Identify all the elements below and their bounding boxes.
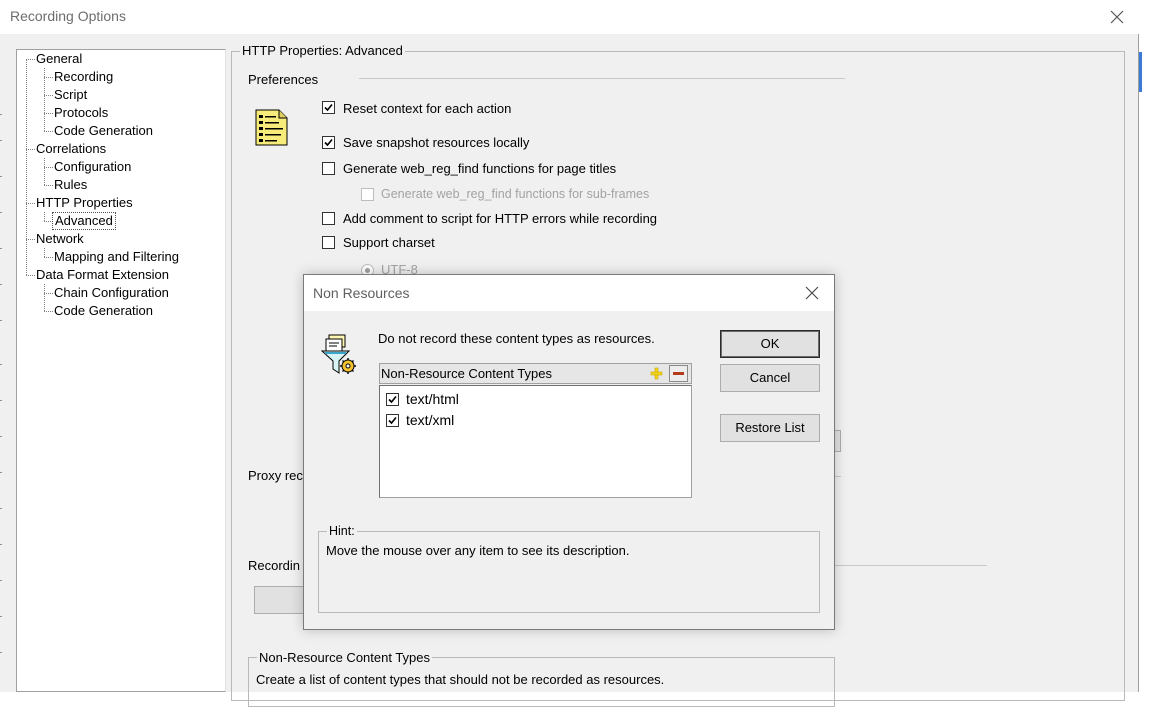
hint-title: Hint: xyxy=(327,524,357,538)
tree-item-advanced[interactable]: Advanced xyxy=(52,212,116,230)
dialog-close-button[interactable] xyxy=(800,281,824,305)
dialog-instruction: Do not record these content types as res… xyxy=(378,331,655,346)
dialog-title: Non Resources xyxy=(313,285,410,301)
tree-item-general[interactable]: General xyxy=(34,50,84,68)
tree-item-protocols[interactable]: Protocols xyxy=(52,104,110,122)
tree-item-rules[interactable]: Rules xyxy=(52,176,89,194)
tree-item-http-properties[interactable]: HTTP Properties xyxy=(34,194,135,212)
close-window-button[interactable] xyxy=(1104,5,1130,29)
close-icon xyxy=(1110,10,1124,24)
non-resources-dialog: Non Resources Do not record these conten… xyxy=(303,274,835,630)
reset-context-label: Reset context for each action xyxy=(343,101,512,116)
web-reg-find-subframes-label: Generate web_reg_find functions for sub-… xyxy=(381,187,650,201)
web-reg-find-subframes-checkbox xyxy=(361,188,374,201)
accent-strip xyxy=(1139,52,1142,92)
document-list-icon xyxy=(255,109,289,150)
options-tree[interactable]: General Recording Script Protocols Code … xyxy=(16,49,226,692)
minus-icon xyxy=(673,372,684,375)
reset-context-checkbox[interactable] xyxy=(322,101,335,114)
text-html-label: text/html xyxy=(406,391,459,407)
non-resource-info-title: Non-Resource Content Types xyxy=(257,650,433,665)
cancel-button[interactable]: Cancel xyxy=(720,364,820,392)
web-reg-find-titles-checkbox[interactable] xyxy=(322,162,335,175)
text-xml-checkbox[interactable] xyxy=(386,414,399,427)
tree-item-code-generation[interactable]: Code Generation xyxy=(52,122,155,140)
list-header-label: Non-Resource Content Types xyxy=(381,366,553,381)
recording-label: Recordin xyxy=(248,558,301,573)
http-advanced-group-title: HTTP Properties: Advanced xyxy=(240,43,405,58)
text-xml-label: text/xml xyxy=(406,412,455,428)
funnel-gear-icon xyxy=(320,333,357,380)
save-snapshot-label: Save snapshot resources locally xyxy=(343,135,530,150)
recording-separator xyxy=(833,565,987,566)
add-content-type-button[interactable] xyxy=(647,365,666,382)
list-header: Non-Resource Content Types xyxy=(379,363,692,384)
tree-item-configuration[interactable]: Configuration xyxy=(52,158,133,176)
tree-item-recording[interactable]: Recording xyxy=(52,68,115,86)
save-snapshot-checkbox[interactable] xyxy=(322,136,335,149)
tree-item-dfe-code-generation[interactable]: Code Generation xyxy=(52,302,155,320)
recording-button[interactable] xyxy=(254,586,306,614)
support-charset-checkbox[interactable] xyxy=(322,236,335,249)
tree-item-network[interactable]: Network xyxy=(34,230,86,248)
tree-item-correlations[interactable]: Correlations xyxy=(34,140,108,158)
remove-content-type-button[interactable] xyxy=(669,365,688,382)
restore-list-button[interactable]: Restore List xyxy=(720,414,820,442)
tree-item-mapping-and-filtering[interactable]: Mapping and Filtering xyxy=(52,248,181,266)
web-reg-find-titles-label: Generate web_reg_find functions for page… xyxy=(343,161,617,176)
non-resource-info-description: Create a list of content types that shou… xyxy=(256,672,665,687)
dialog-title-bar: Non Resources xyxy=(304,275,834,311)
title-bar: Recording Options xyxy=(0,0,1139,34)
proxy-recording-label: Proxy rec xyxy=(248,468,303,483)
preferences-separator xyxy=(359,78,845,79)
ok-button[interactable]: OK xyxy=(720,330,820,358)
content-types-list[interactable]: text/html text/xml xyxy=(379,385,692,498)
preferences-title: Preferences xyxy=(248,72,319,87)
window-title: Recording Options xyxy=(10,8,126,24)
close-icon xyxy=(805,286,819,300)
tree-item-chain-configuration[interactable]: Chain Configuration xyxy=(52,284,171,302)
support-charset-label: Support charset xyxy=(343,235,435,250)
http-errors-comment-checkbox[interactable] xyxy=(322,212,335,225)
hint-text: Move the mouse over any item to see its … xyxy=(326,543,630,558)
text-html-checkbox[interactable] xyxy=(386,393,399,406)
tree-item-data-format-extension[interactable]: Data Format Extension xyxy=(34,266,171,284)
http-errors-comment-label: Add comment to script for HTTP errors wh… xyxy=(343,211,658,226)
tree-item-script[interactable]: Script xyxy=(52,86,89,104)
left-edge-marks xyxy=(0,34,3,692)
plus-icon xyxy=(650,367,663,380)
